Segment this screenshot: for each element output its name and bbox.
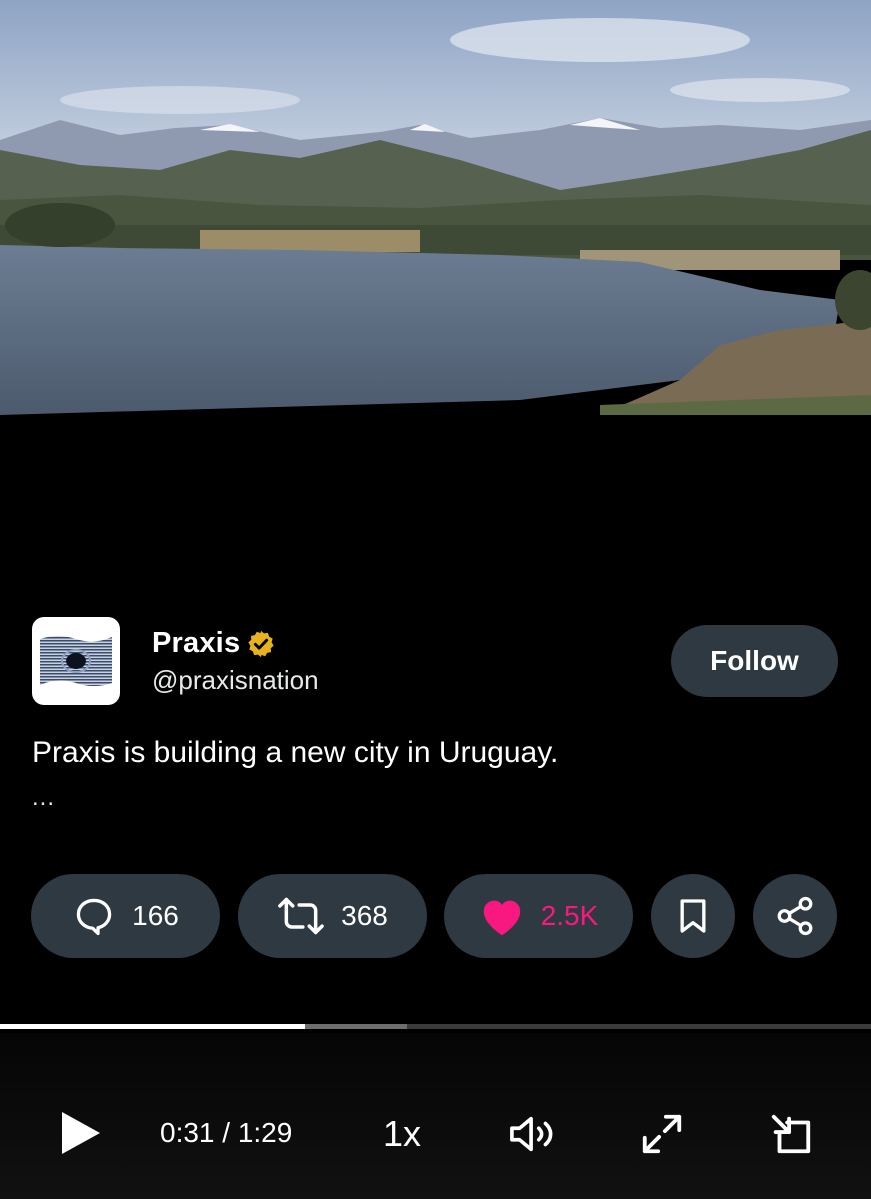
post-text: Praxis is building a new city in Uruguay… [32, 736, 559, 769]
time-display: 0:31 / 1:29 [160, 1117, 293, 1148]
avatar[interactable] [32, 617, 120, 705]
playback-speed-button[interactable]: 1x [383, 1113, 421, 1155]
video-frame[interactable] [0, 0, 871, 415]
picture-in-picture-icon [771, 1114, 811, 1154]
action-bar: 166 368 2.5K [0, 874, 871, 958]
reply-count: 166 [132, 900, 179, 931]
handle[interactable]: @praxisnation [152, 665, 319, 696]
follow-button[interactable]: Follow [671, 625, 838, 697]
play-button[interactable] [58, 1109, 102, 1162]
reply-button[interactable]: 166 [31, 874, 220, 958]
share-icon [777, 896, 813, 936]
bookmark-icon [680, 899, 706, 933]
fullscreen-icon [642, 1114, 682, 1154]
video-progress-fill [0, 1024, 305, 1029]
player-controls: 0:31 / 1:29 1x [0, 1033, 871, 1199]
video-thumbnail-scene [0, 0, 871, 415]
name-row: Praxis [152, 627, 276, 660]
volume-button[interactable] [506, 1111, 560, 1162]
repost-icon [278, 897, 324, 935]
repost-button[interactable]: 368 [238, 874, 427, 958]
reply-bubble-icon [76, 898, 112, 936]
display-name[interactable]: Praxis [152, 627, 240, 660]
bookmark-button[interactable] [651, 874, 735, 958]
like-button[interactable]: 2.5K [444, 874, 633, 958]
verified-badge-icon [248, 630, 274, 657]
volume-icon [510, 1116, 553, 1152]
heart-icon [483, 900, 520, 936]
repost-count: 368 [341, 900, 388, 931]
share-button[interactable] [753, 874, 837, 958]
post-expand-ellipsis[interactable]: ... [32, 784, 55, 812]
flag-wave-logo-icon [40, 636, 112, 686]
picture-in-picture-button[interactable] [768, 1111, 814, 1162]
video-progress-bar[interactable] [0, 1024, 871, 1029]
fullscreen-button[interactable] [639, 1111, 685, 1162]
like-count: 2.5K [540, 900, 599, 931]
play-icon [62, 1112, 100, 1154]
